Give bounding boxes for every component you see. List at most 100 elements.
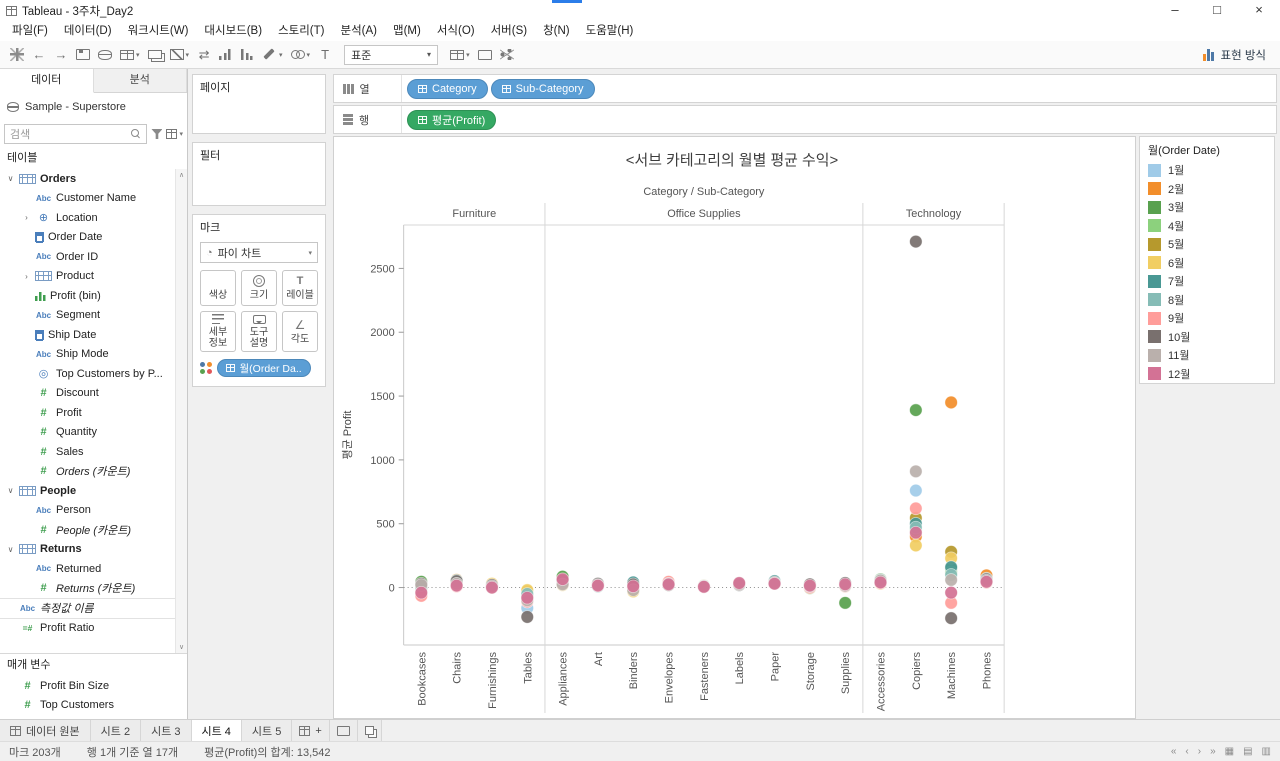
field-discount[interactable]: # Discount [0,384,175,404]
datasource-row[interactable]: Sample - Superstore [0,93,187,121]
pill-category[interactable]: Category [407,78,488,99]
marks-label-button[interactable]: T 레이블 [282,270,318,306]
mark-type-dropdown[interactable]: ◔ 파이 차트 ▾ [200,242,318,263]
toolbar-show-hide-cards-button[interactable]: ▾ [447,43,473,67]
field-people-카운트[interactable]: # People (카운트) [0,520,175,540]
menu-item-10[interactable]: 도움말(H) [578,21,642,41]
legend-item-6월[interactable]: 6월 [1140,254,1274,273]
toolbar-save-button[interactable] [73,43,93,67]
new-worksheet-button[interactable]: + [292,720,330,741]
field-product[interactable]: › Product [0,267,175,287]
fields-scrollbar[interactable]: ∧ ∨ [175,169,187,653]
legend-item-8월[interactable]: 8월 [1140,291,1274,310]
toolbar-clear-sheet-button[interactable]: ▾ [167,43,193,67]
marks-tooltip-button[interactable]: 도구 설명 [241,311,277,352]
tab-시트-5[interactable]: 시트 5 [241,720,293,741]
marks-pill-month[interactable]: 월(Order Da.. [216,359,311,377]
field-ship-date[interactable]: Ship Date [0,325,175,345]
new-dashboard-button[interactable] [329,720,358,741]
field-profit-ratio[interactable]: =# Profit Ratio [0,617,175,638]
filter-fields-icon[interactable] [151,129,163,139]
tree-caret-icon[interactable]: › [22,213,31,222]
marks-angle-button[interactable]: ∠ 각도 [282,311,318,352]
tab-시트-2[interactable]: 시트 2 [90,720,142,741]
field-returns[interactable]: ∨ Returns [0,540,175,560]
marks-detail-button[interactable]: 세부 정보 [200,311,236,352]
minimize-button[interactable]: – [1154,0,1196,21]
show-filmstrip-icon[interactable]: ▤ [1243,746,1252,757]
first-page-icon[interactable]: « [1171,746,1177,757]
toolbar-swap-axes-button[interactable]: ⇄ [194,43,214,67]
legend-item-2월[interactable]: 2월 [1140,180,1274,199]
toolbar-group-members-button[interactable]: ▾ [288,43,314,67]
close-button[interactable]: × [1238,0,1280,21]
toolbar-highlight-button[interactable]: ▾ [260,43,286,67]
menu-item-4[interactable]: 스토리(T) [270,21,332,41]
next-page-icon[interactable]: › [1198,746,1201,757]
menu-item-1[interactable]: 데이터(D) [56,21,120,41]
legend-item-11월[interactable]: 11월 [1140,346,1274,365]
tree-caret-icon[interactable]: ∨ [6,486,15,495]
legend-item-5월[interactable]: 5월 [1140,235,1274,254]
legend-item-4월[interactable]: 4월 [1140,217,1274,236]
field-ship-mode[interactable]: Abc Ship Mode [0,345,175,365]
field-order-date[interactable]: Order Date [0,228,175,248]
scroll-up-icon[interactable]: ∧ [179,171,184,179]
tree-caret-icon[interactable]: ∨ [6,174,15,183]
field-top-customers-by-p[interactable]: ◎ Top Customers by P... [0,364,175,384]
tab-data[interactable]: 데이터 [0,69,94,93]
field-profit-bin[interactable]: Profit (bin) [0,286,175,306]
last-page-icon[interactable]: » [1210,746,1216,757]
marks-color-button[interactable]: 색상 [200,270,236,306]
field-customer-name[interactable]: Abc Customer Name [0,189,175,209]
toolbar-new-datasource-button[interactable] [95,43,115,67]
profit-scatter-chart[interactable]: <서브 카테고리의 월별 평균 수익> Category / Sub-Catego… [334,137,1135,718]
menu-item-6[interactable]: 맵(M) [385,21,429,41]
field-segment[interactable]: Abc Segment [0,306,175,326]
parameter-profit-bin-size[interactable]: # Profit Bin Size [0,676,187,696]
show-me-button[interactable]: 표현 방식 [1203,47,1274,63]
field-returns-카운트[interactable]: # Returns (카운트) [0,579,175,599]
legend-item-10월[interactable]: 10월 [1140,328,1274,347]
menu-item-7[interactable]: 서식(O) [429,21,483,41]
prev-page-icon[interactable]: ‹ [1185,746,1188,757]
tab-analytics[interactable]: 분석 [94,69,187,92]
tree-caret-icon[interactable]: ∨ [6,545,15,554]
columns-shelf[interactable]: 열 Category Sub-Category [333,74,1277,103]
marks-size-button[interactable]: 크기 [241,270,277,306]
field-orders-카운트[interactable]: # Orders (카운트) [0,462,175,482]
field-profit[interactable]: # Profit [0,403,175,423]
toolbar-undo-button[interactable]: ← [29,43,49,67]
fit-dropdown[interactable]: 표준 ▾ [344,44,439,65]
menu-item-8[interactable]: 서버(S) [483,21,536,41]
toolbar-sort-descending-button[interactable] [238,43,258,67]
maximize-button[interactable]: □ [1196,0,1238,21]
pill-sub-category[interactable]: Sub-Category [490,78,595,99]
toolbar-new-worksheet-button[interactable]: ▾ [117,43,143,67]
menu-item-9[interactable]: 창(N) [535,21,578,41]
filters-shelf[interactable]: 필터 [192,142,326,206]
legend-item-1월[interactable]: 1월 [1140,161,1274,180]
show-tabs-icon[interactable]: ▦ [1225,746,1234,757]
menu-item-3[interactable]: 대시보드(B) [196,21,270,41]
toolbar-redo-button[interactable]: → [51,43,71,67]
toolbar-logo-button[interactable] [7,43,27,67]
pill-평균-profit[interactable]: 평균(Profit) [407,109,497,130]
legend-item-12월[interactable]: 12월 [1140,365,1274,384]
chart-area[interactable]: <서브 카테고리의 월별 평균 수익> Category / Sub-Catego… [333,136,1136,719]
legend-item-9월[interactable]: 9월 [1140,309,1274,328]
field-returned[interactable]: Abc Returned [0,559,175,579]
field-person[interactable]: Abc Person [0,501,175,521]
toolbar-share-button[interactable] [497,43,517,67]
field-order-id[interactable]: Abc Order ID [0,247,175,267]
field-people[interactable]: ∨ People [0,481,175,501]
scroll-down-icon[interactable]: ∨ [179,643,184,651]
menu-item-0[interactable]: 파일(F) [4,21,56,41]
new-story-button[interactable] [357,720,382,741]
field-quantity[interactable]: # Quantity [0,423,175,443]
show-sheet-ids-icon[interactable]: ▥ [1262,746,1271,757]
parameter-top-customers[interactable]: # Top Customers [0,696,187,716]
tab-시트-3[interactable]: 시트 3 [141,720,192,741]
legend-item-3월[interactable]: 3월 [1140,198,1274,217]
field-sales[interactable]: # Sales [0,442,175,462]
